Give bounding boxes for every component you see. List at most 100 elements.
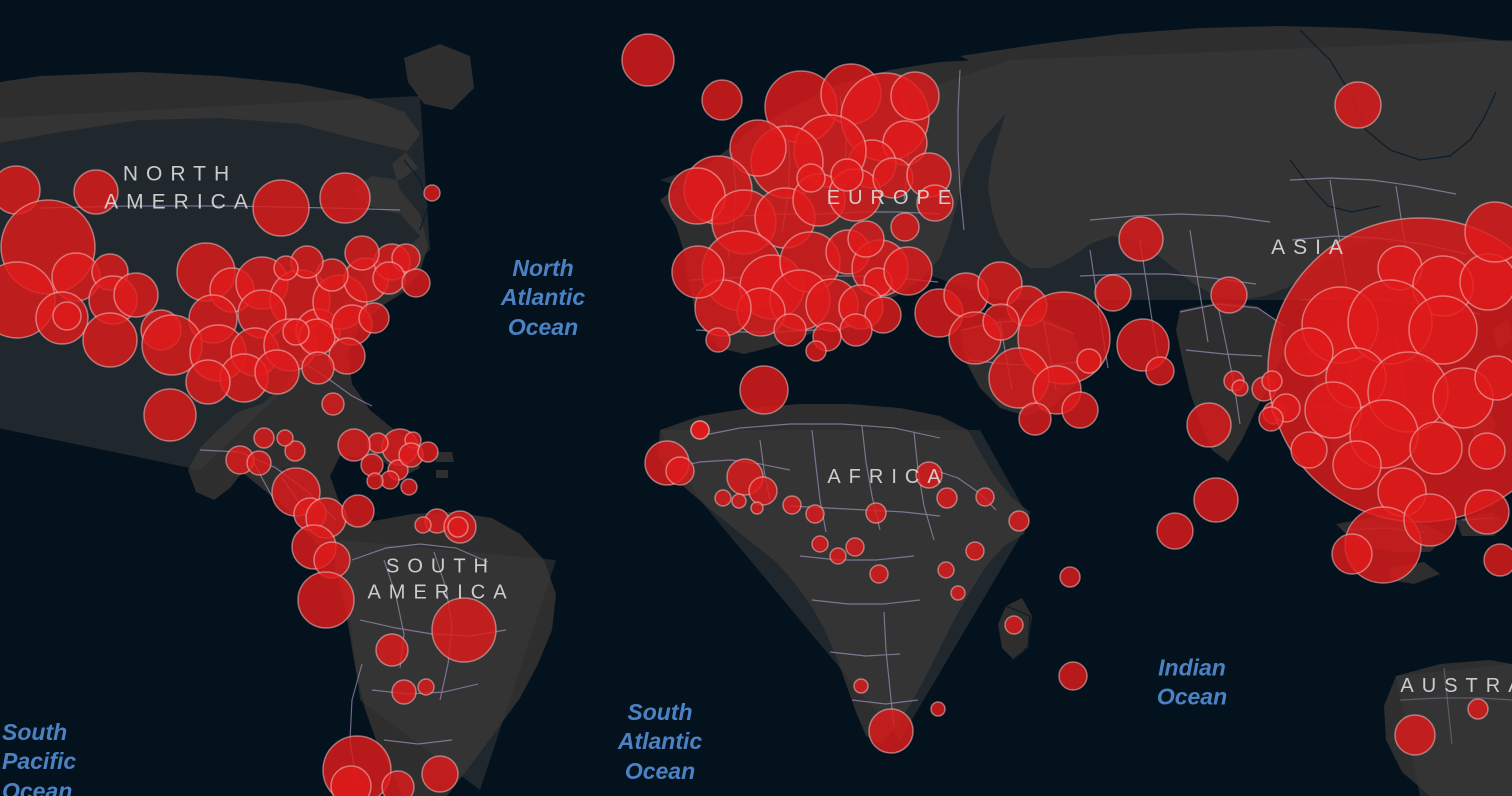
case-bubble[interactable] (1332, 440, 1382, 490)
case-bubble[interactable] (890, 71, 940, 121)
case-bubble[interactable] (1409, 421, 1463, 475)
case-bubble[interactable] (297, 571, 355, 629)
case-bubble[interactable] (391, 679, 417, 705)
case-bubble[interactable] (319, 172, 371, 224)
case-bubble[interactable] (1261, 370, 1283, 392)
case-bubble[interactable] (1059, 566, 1081, 588)
case-bubble[interactable] (701, 79, 743, 121)
case-bubble[interactable] (253, 427, 275, 449)
case-bubble[interactable] (1008, 510, 1030, 532)
case-bubble[interactable] (431, 597, 497, 663)
case-bubble[interactable] (52, 301, 82, 331)
case-bubble[interactable] (621, 33, 675, 87)
case-bubble[interactable] (1403, 493, 1457, 547)
case-bubble[interactable] (830, 158, 864, 192)
case-bubble[interactable] (750, 501, 764, 515)
case-bubble[interactable] (113, 272, 159, 318)
case-bubble[interactable] (805, 504, 825, 524)
case-bubble[interactable] (845, 537, 865, 557)
case-bubble[interactable] (421, 755, 459, 793)
case-bubble[interactable] (73, 169, 119, 215)
case-bubble[interactable] (915, 461, 943, 489)
case-bubble[interactable] (739, 365, 789, 415)
case-bubble[interactable] (447, 516, 469, 538)
case-bubble[interactable] (975, 487, 995, 507)
case-bubble[interactable] (869, 564, 889, 584)
case-bubble[interactable] (360, 453, 384, 477)
world-map-svg[interactable] (0, 0, 1512, 796)
case-bubble[interactable] (1018, 402, 1052, 436)
case-bubble[interactable] (773, 313, 807, 347)
case-bubble[interactable] (865, 502, 887, 524)
case-bubble[interactable] (796, 163, 826, 193)
case-bubble[interactable] (1331, 533, 1373, 575)
case-bubble[interactable] (380, 470, 400, 490)
case-bubble[interactable] (1058, 661, 1088, 691)
case-bubble[interactable] (82, 312, 138, 368)
case-bubble[interactable] (1186, 402, 1232, 448)
case-bubble[interactable] (423, 184, 441, 202)
case-bubble[interactable] (401, 268, 431, 298)
case-bubble[interactable] (714, 489, 732, 507)
case-bubble[interactable] (344, 235, 380, 271)
case-bubble[interactable] (890, 212, 920, 242)
case-bubble[interactable] (1118, 216, 1164, 262)
case-bubble[interactable] (965, 541, 985, 561)
case-bubble[interactable] (1290, 431, 1328, 469)
case-bubble[interactable] (1210, 276, 1248, 314)
case-bubble[interactable] (301, 351, 335, 385)
case-bubble[interactable] (731, 493, 747, 509)
case-bubble[interactable] (381, 770, 415, 796)
case-bubble[interactable] (805, 340, 827, 362)
case-bubble[interactable] (282, 318, 310, 346)
case-bubble[interactable] (417, 441, 439, 463)
case-bubble[interactable] (1061, 391, 1099, 429)
case-bubble[interactable] (1483, 543, 1512, 577)
case-bubble[interactable] (1193, 477, 1239, 523)
case-bubble[interactable] (982, 303, 1020, 341)
case-bubble[interactable] (1464, 489, 1510, 535)
case-bubble[interactable] (375, 633, 409, 667)
case-bubble[interactable] (1004, 615, 1024, 635)
case-bubble[interactable] (273, 255, 299, 281)
case-bubble[interactable] (690, 420, 710, 440)
case-bubble[interactable] (341, 494, 375, 528)
case-bubble[interactable] (366, 472, 384, 490)
case-bubble[interactable] (930, 701, 946, 717)
covid-map-canvas[interactable]: NORTH AMERICA SOUTH AMERICA EUROPE AFRICA ASIA… (0, 0, 1512, 796)
case-bubble[interactable] (1258, 406, 1284, 432)
case-bubble[interactable] (1284, 327, 1334, 377)
case-bubble[interactable] (916, 184, 954, 222)
case-bubble[interactable] (358, 302, 390, 334)
case-bubble[interactable] (782, 495, 802, 515)
case-bubble[interactable] (254, 349, 300, 395)
case-bubble[interactable] (185, 359, 231, 405)
case-bubble[interactable] (1334, 81, 1382, 129)
case-bubble[interactable] (839, 313, 873, 347)
case-bubble[interactable] (414, 516, 432, 534)
case-bubble[interactable] (1094, 274, 1132, 312)
case-bubble[interactable] (400, 478, 418, 496)
case-bubble[interactable] (883, 246, 933, 296)
case-bubble[interactable] (276, 429, 294, 447)
case-bubble[interactable] (417, 678, 435, 696)
case-bubble[interactable] (1394, 714, 1436, 756)
case-bubble[interactable] (868, 708, 914, 754)
case-bubble[interactable] (829, 547, 847, 565)
case-bubble[interactable] (748, 476, 778, 506)
case-bubble[interactable] (1231, 379, 1249, 397)
case-bubble[interactable] (246, 450, 272, 476)
case-bubble[interactable] (853, 678, 869, 694)
case-bubble[interactable] (321, 392, 345, 416)
case-bubble[interactable] (367, 432, 389, 454)
case-bubble[interactable] (143, 388, 197, 442)
case-bubble[interactable] (1156, 512, 1194, 550)
case-bubble[interactable] (937, 561, 955, 579)
case-bubble[interactable] (847, 220, 885, 258)
case-bubble[interactable] (671, 245, 725, 299)
case-bubble[interactable] (665, 456, 695, 486)
case-bubble[interactable] (705, 327, 731, 353)
case-bubble[interactable] (1076, 348, 1102, 374)
case-bubble[interactable] (936, 487, 958, 509)
case-bubble[interactable] (1145, 356, 1175, 386)
